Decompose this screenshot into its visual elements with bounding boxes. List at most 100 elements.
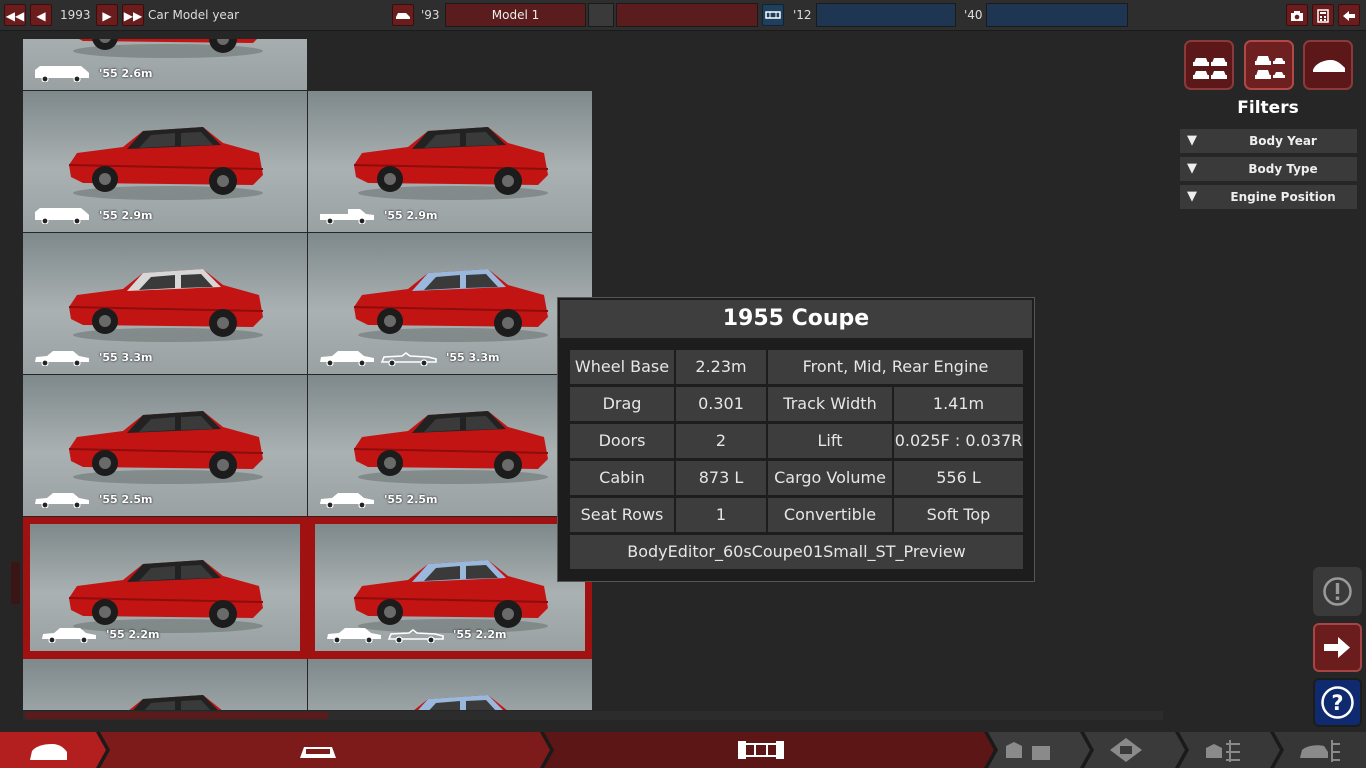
wagon-icon bbox=[35, 66, 89, 82]
sedan-icon bbox=[35, 351, 89, 366]
car-render bbox=[73, 39, 263, 58]
chassis-icon[interactable] bbox=[762, 4, 784, 26]
car-render bbox=[353, 560, 549, 633]
year-fast-back-button[interactable]: ◀◀ bbox=[4, 4, 26, 26]
view-single-button[interactable] bbox=[1303, 40, 1353, 90]
cargo-volume-value: 556 L bbox=[894, 461, 1023, 495]
chassis-name-field[interactable] bbox=[816, 3, 956, 27]
year-forward-button[interactable]: ▶ bbox=[96, 4, 118, 26]
model-name-field[interactable]: Model 1 bbox=[445, 3, 586, 27]
body-grid-cell[interactable]: '55 3.3m bbox=[23, 233, 307, 374]
doors-value: 2 bbox=[676, 424, 766, 458]
car-render bbox=[68, 411, 264, 484]
body-tag: '55 2.6m bbox=[33, 64, 152, 82]
exit-arrow-icon[interactable] bbox=[1338, 4, 1360, 26]
body-tag: '55 2.9m bbox=[33, 206, 152, 224]
arrow-right-icon bbox=[1324, 637, 1350, 658]
body-title: 1955 Coupe bbox=[560, 300, 1032, 338]
view-grid-large-button[interactable] bbox=[1184, 40, 1234, 90]
body-year-length: '55 2.2m bbox=[453, 627, 507, 641]
triangle-down-icon: ▼ bbox=[1187, 161, 1197, 176]
svg-text:?: ? bbox=[1331, 691, 1343, 715]
body-year-length: '55 2.5m bbox=[384, 492, 438, 506]
year-back-button[interactable]: ◀ bbox=[30, 4, 52, 26]
wheel-base-label: Wheel Base bbox=[570, 350, 674, 384]
body-grid-cell[interactable]: '55 2.2m bbox=[30, 524, 300, 651]
body-year-length: '55 2.6m bbox=[99, 66, 153, 80]
track-width-label: Track Width bbox=[768, 387, 892, 421]
body-tag: '55 2.5m bbox=[318, 490, 437, 508]
filters-title: Filters bbox=[1237, 98, 1299, 118]
model-car-icon[interactable] bbox=[392, 4, 414, 26]
convertible-icon bbox=[387, 629, 444, 643]
body-year-length: '55 2.9m bbox=[384, 208, 438, 222]
engine-year-short: '40 bbox=[964, 8, 983, 22]
body-grid-cell[interactable]: '55 2.9m bbox=[308, 91, 592, 232]
filter-body-type[interactable]: ▼ Body Type bbox=[1180, 157, 1357, 181]
car-render bbox=[353, 269, 549, 342]
sedan-icon bbox=[320, 493, 374, 508]
warning-button[interactable] bbox=[1313, 567, 1362, 616]
engine-positions: Front, Mid, Rear Engine bbox=[768, 350, 1023, 384]
doors-label: Doors bbox=[570, 424, 674, 458]
coupe-icon bbox=[42, 628, 96, 643]
engine-name-field[interactable] bbox=[986, 3, 1128, 27]
car-front-icon bbox=[300, 747, 336, 758]
body-year-length: '55 2.9m bbox=[99, 208, 153, 222]
horizontal-scrollbar[interactable] bbox=[23, 711, 1163, 720]
help-button[interactable]: ? bbox=[1313, 678, 1362, 727]
step-chassis-tab[interactable] bbox=[544, 732, 994, 768]
car-render bbox=[68, 269, 264, 342]
drag-value: 0.301 bbox=[676, 387, 766, 421]
track-width-value: 1.41m bbox=[894, 387, 1023, 421]
body-grid-cell[interactable]: '55 2.5m bbox=[308, 375, 592, 516]
body-grid-cell[interactable] bbox=[23, 659, 307, 710]
body-grid-cell[interactable]: '55 2.6m bbox=[23, 39, 307, 90]
calculator-icon[interactable] bbox=[1312, 4, 1334, 26]
view-grid-small-button[interactable] bbox=[1244, 40, 1294, 90]
body-year-length: '55 2.2m bbox=[106, 627, 160, 641]
wagon-icon bbox=[35, 208, 89, 224]
model-spacer bbox=[588, 3, 614, 27]
help-icon: ? bbox=[1321, 686, 1354, 719]
chassis-year-short: '12 bbox=[793, 8, 812, 22]
trim-name-field[interactable] bbox=[616, 3, 758, 27]
warning-icon bbox=[1323, 577, 1352, 606]
body-tag: '55 3.3m bbox=[33, 348, 152, 366]
cargo-volume-label: Cargo Volume bbox=[768, 461, 892, 495]
year-label: Car Model year bbox=[148, 8, 240, 22]
body-year-length: '55 2.5m bbox=[99, 492, 153, 506]
year-fast-forward-button[interactable]: ▶▶ bbox=[122, 4, 144, 26]
triangle-down-icon: ▼ bbox=[1187, 189, 1197, 204]
convertible-icon bbox=[380, 352, 437, 366]
model-year-short: '93 bbox=[421, 8, 440, 22]
wheel-base-value: 2.23m bbox=[676, 350, 766, 384]
body-grid-cell[interactable]: '55 2.2m bbox=[315, 524, 585, 651]
car-render bbox=[68, 560, 264, 633]
vertical-scrollbar[interactable] bbox=[11, 562, 20, 604]
lift-value: 0.025F : 0.037R bbox=[894, 424, 1023, 458]
body-tag: '55 3.3m bbox=[318, 348, 499, 366]
body-grid-cell[interactable]: '55 2.9m bbox=[23, 91, 307, 232]
convertible-value: Soft Top bbox=[894, 498, 1023, 532]
body-year-length: '55 3.3m bbox=[446, 350, 500, 364]
body-grid-cell[interactable]: '55 2.5m bbox=[23, 375, 307, 516]
top-bar: ◀◀ ◀ 1993 ▶ ▶▶ Car Model year '93 Model … bbox=[0, 0, 1366, 31]
car-render bbox=[129, 695, 222, 710]
filter-engine-position[interactable]: ▼ Engine Position bbox=[1180, 185, 1357, 209]
body-grid-cell[interactable]: '55 3.3m bbox=[308, 233, 592, 374]
camera-icon[interactable] bbox=[1286, 4, 1308, 26]
sedan-icon bbox=[35, 493, 89, 508]
body-tag: '55 2.2m bbox=[325, 625, 506, 643]
pickup-icon bbox=[320, 209, 374, 224]
year-value: 1993 bbox=[60, 8, 91, 22]
next-button[interactable] bbox=[1313, 623, 1362, 672]
body-tag: '55 2.9m bbox=[318, 206, 437, 224]
body-grid-cell[interactable] bbox=[308, 659, 592, 710]
filter-body-year[interactable]: ▼ Body Year bbox=[1180, 129, 1357, 153]
scrollbar-thumb[interactable] bbox=[25, 712, 328, 719]
cabin-label: Cabin bbox=[570, 461, 674, 495]
triangle-down-icon: ▼ bbox=[1187, 133, 1197, 148]
car-render bbox=[68, 127, 264, 200]
body-grid: '55 2.6m '55 2.9m '55 2.9m '55 3.3m '55 3.3m… bbox=[23, 39, 592, 710]
